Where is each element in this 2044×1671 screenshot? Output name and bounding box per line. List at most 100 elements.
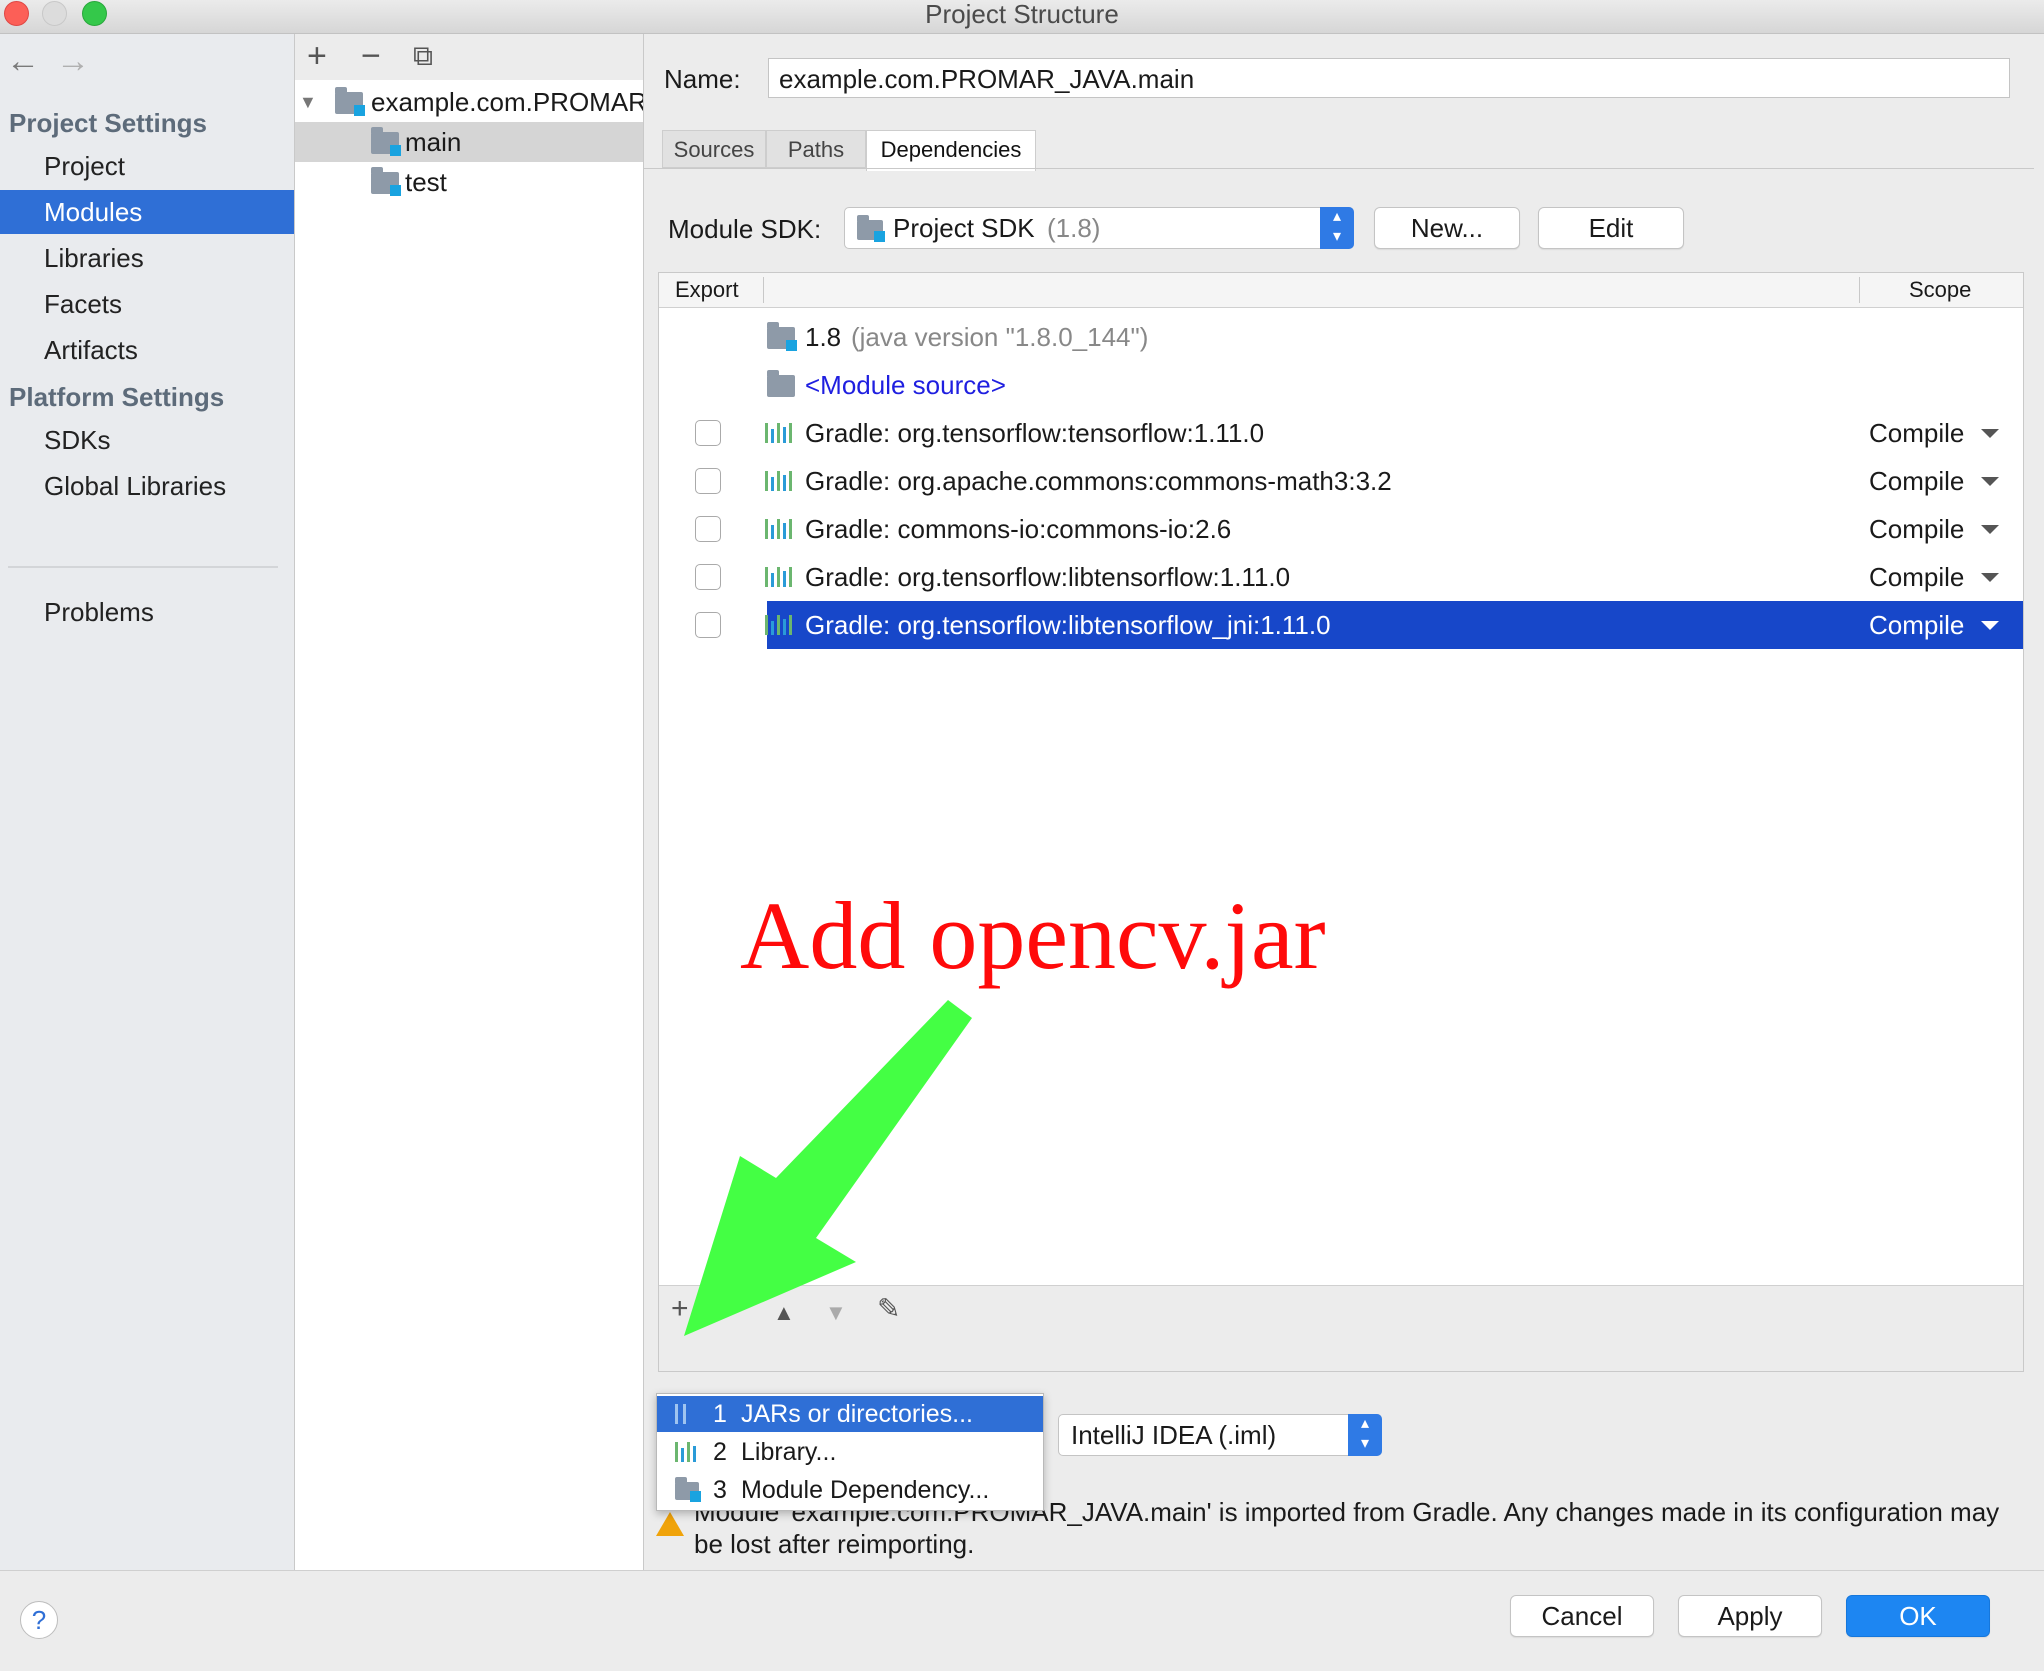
menu-item-module-dependency[interactable]: 3 Module Dependency... bbox=[657, 1472, 1043, 1508]
module-sdk-select[interactable]: Project SDK (1.8) ▴ ▾ bbox=[844, 207, 1354, 249]
sidebar-item-facets[interactable]: Facets bbox=[0, 282, 294, 326]
table-row[interactable]: Gradle: org.apache.commons:commons-math3… bbox=[659, 457, 2023, 505]
scope-value[interactable]: Compile bbox=[1869, 601, 1964, 649]
dependency-name: Gradle: org.tensorflow:tensorflow:1.11.0 bbox=[805, 418, 1265, 448]
dependency-name: Gradle: org.tensorflow:libtensorflow:1.1… bbox=[805, 562, 1291, 592]
export-checkbox[interactable] bbox=[695, 612, 721, 638]
module-folder-icon bbox=[371, 127, 401, 156]
tab-dependencies[interactable]: Dependencies bbox=[866, 130, 1036, 171]
module-format-select[interactable]: IntelliJ IDEA (.iml) ▴ ▾ bbox=[1058, 1414, 1382, 1456]
back-arrow-icon[interactable]: ← bbox=[6, 44, 40, 78]
annotation-text: Add opencv.jar bbox=[740, 882, 1326, 989]
tree-root-label: example.com.PROMAR bbox=[371, 87, 644, 117]
sdk-value: Project SDK bbox=[893, 213, 1035, 243]
project-settings-header: Project Settings bbox=[9, 108, 207, 138]
chevron-down-icon[interactable] bbox=[1981, 477, 1999, 486]
edit-sdk-button[interactable]: Edit bbox=[1538, 207, 1684, 249]
dependency-name: Gradle: org.tensorflow:libtensorflow_jni… bbox=[805, 610, 1331, 640]
tree-node-label: test bbox=[405, 167, 447, 197]
table-row[interactable]: Gradle: org.tensorflow:tensorflow:1.11.0… bbox=[659, 409, 2023, 457]
library-icon bbox=[765, 615, 793, 635]
module-sdk-label: Module SDK: bbox=[668, 214, 822, 244]
sidebar-item-global-libraries[interactable]: Global Libraries bbox=[0, 464, 294, 508]
add-module-button[interactable]: + bbox=[307, 38, 327, 74]
module-name-field[interactable]: example.com.PROMAR_JAVA.main bbox=[768, 58, 2010, 98]
tree-node-test[interactable]: test bbox=[295, 162, 643, 202]
library-icon bbox=[765, 519, 793, 539]
module-source-label: <Module source> bbox=[805, 370, 1006, 400]
menu-item-label: Library... bbox=[741, 1438, 837, 1466]
sidebar-item-problems[interactable]: Problems bbox=[0, 590, 294, 634]
menu-item-number: 1 bbox=[713, 1400, 727, 1428]
library-icon bbox=[765, 423, 793, 443]
table-row-module-source[interactable]: <Module source> bbox=[659, 361, 2023, 409]
sidebar-item-libraries[interactable]: Libraries bbox=[0, 236, 294, 280]
table-row[interactable]: Gradle: commons-io:commons-io:2.6 Compil… bbox=[659, 505, 2023, 553]
menu-item-label: JARs or directories... bbox=[741, 1400, 974, 1428]
tab-paths[interactable]: Paths bbox=[766, 130, 866, 168]
sdk-version: (1.8) bbox=[1047, 213, 1101, 243]
cancel-button[interactable]: Cancel bbox=[1510, 1595, 1654, 1637]
module-tree-pane: + − ⧉ ▼ example.com.PROMAR main test bbox=[295, 34, 644, 1570]
sidebar-divider bbox=[8, 566, 278, 568]
apply-button[interactable]: Apply bbox=[1678, 1595, 1822, 1637]
ok-button[interactable]: OK bbox=[1846, 1595, 1990, 1637]
library-icon bbox=[765, 471, 793, 491]
column-header-export[interactable]: Export bbox=[675, 273, 739, 307]
name-label: Name: bbox=[664, 64, 741, 94]
platform-settings-header: Platform Settings bbox=[9, 382, 225, 412]
menu-item-number: 3 bbox=[713, 1476, 727, 1504]
help-button[interactable]: ? bbox=[20, 1601, 58, 1639]
warning-icon bbox=[656, 1512, 684, 1536]
window-title: Project Structure bbox=[925, 0, 1119, 29]
scope-value[interactable]: Compile bbox=[1869, 553, 1964, 601]
scope-value[interactable]: Compile bbox=[1869, 457, 1964, 505]
jar-icon bbox=[675, 1404, 703, 1424]
table-row[interactable]: Gradle: org.tensorflow:libtensorflow:1.1… bbox=[659, 553, 2023, 601]
scope-value[interactable]: Compile bbox=[1869, 505, 1964, 553]
new-sdk-button[interactable]: New... bbox=[1374, 207, 1520, 249]
title-bar: Project Structure bbox=[0, 0, 2044, 34]
menu-item-library[interactable]: 2 Library... bbox=[657, 1434, 1043, 1470]
sidebar-item-project[interactable]: Project bbox=[0, 144, 294, 188]
library-icon bbox=[765, 567, 793, 587]
chevron-down-icon[interactable] bbox=[1981, 429, 1999, 438]
jdk-folder-icon bbox=[767, 322, 797, 351]
tree-node-main[interactable]: main bbox=[295, 122, 643, 162]
sidebar-item-modules[interactable]: Modules bbox=[0, 190, 294, 234]
sidebar-item-artifacts[interactable]: Artifacts bbox=[0, 328, 294, 372]
table-row-jdk[interactable]: 1.8 (java version "1.8.0_144") bbox=[659, 313, 2023, 361]
column-header-scope[interactable]: Scope bbox=[1909, 273, 1971, 307]
scope-value[interactable]: Compile bbox=[1869, 409, 1964, 457]
menu-item-number: 2 bbox=[713, 1438, 727, 1466]
chevron-down-icon[interactable] bbox=[1981, 573, 1999, 582]
menu-item-label: Module Dependency... bbox=[741, 1476, 990, 1504]
chevron-down-icon[interactable] bbox=[1981, 525, 1999, 534]
export-checkbox[interactable] bbox=[695, 564, 721, 590]
tree-node-label: main bbox=[405, 127, 462, 157]
tab-sources[interactable]: Sources bbox=[662, 130, 766, 168]
table-header: Export Scope bbox=[659, 273, 2023, 308]
export-checkbox[interactable] bbox=[695, 468, 721, 494]
export-checkbox[interactable] bbox=[695, 516, 721, 542]
remove-module-button[interactable]: − bbox=[361, 38, 381, 74]
tree-root-node[interactable]: ▼ example.com.PROMAR bbox=[295, 82, 643, 122]
export-checkbox[interactable] bbox=[695, 420, 721, 446]
chevron-updown-icon: ▴ ▾ bbox=[1320, 207, 1354, 249]
sidebar-item-sdks[interactable]: SDKs bbox=[0, 418, 294, 462]
forward-arrow-icon[interactable]: → bbox=[56, 44, 90, 78]
annotation-arrow-icon bbox=[684, 1000, 972, 1336]
format-value: IntelliJ IDEA (.iml) bbox=[1071, 1420, 1277, 1450]
source-folder-icon bbox=[767, 370, 795, 397]
dialog-button-bar: ? Cancel Apply OK bbox=[0, 1570, 2044, 1671]
expand-arrow-icon[interactable]: ▼ bbox=[299, 82, 317, 122]
dependency-name: Gradle: commons-io:commons-io:2.6 bbox=[805, 514, 1232, 544]
dependency-name: Gradle: org.apache.commons:commons-math3… bbox=[805, 466, 1392, 496]
settings-sidebar: ← → Project Settings Project Modules Lib… bbox=[0, 34, 295, 1570]
menu-item-jars[interactable]: 1 JARs or directories... bbox=[657, 1396, 1043, 1432]
copy-module-button[interactable]: ⧉ bbox=[413, 38, 433, 74]
add-dependency-menu: 1 JARs or directories... 2 Library... 3 … bbox=[656, 1393, 1044, 1511]
jdk-detail: (java version "1.8.0_144") bbox=[851, 322, 1149, 352]
chevron-down-icon[interactable] bbox=[1981, 621, 1999, 630]
table-row-selected[interactable]: Gradle: org.tensorflow:libtensorflow_jni… bbox=[659, 601, 2023, 649]
